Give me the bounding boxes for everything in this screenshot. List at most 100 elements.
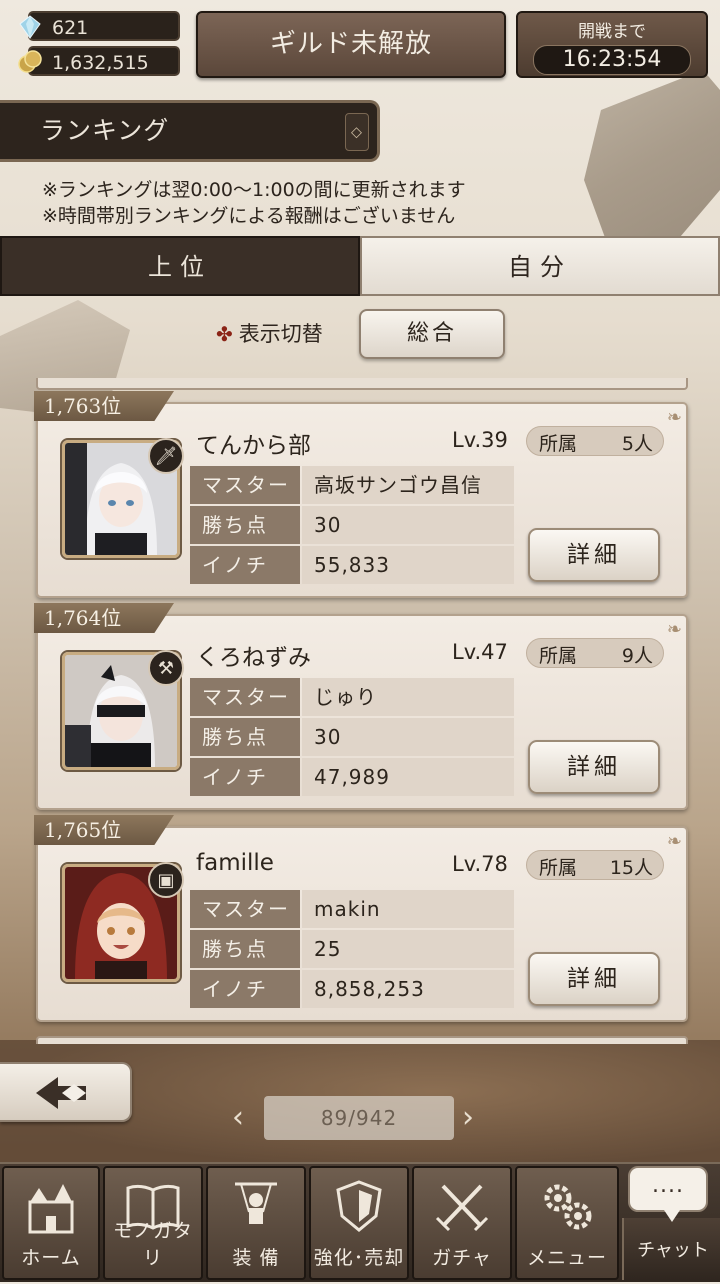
master-label: マスター — [190, 890, 300, 928]
tab-self[interactable]: 自分 — [360, 236, 720, 296]
life-value: 55,833 — [302, 546, 514, 584]
life-row: イノチ 55,833 — [190, 546, 514, 584]
member-count: 9人 — [621, 645, 653, 667]
master-value: 高坂サンゴウ昌信 — [302, 466, 514, 504]
gem-count: 621 — [52, 17, 89, 39]
detail-button[interactable]: 詳細 — [528, 528, 660, 582]
life-row: イノチ 8,858,253 — [190, 970, 514, 1008]
previous-card-edge — [36, 378, 688, 390]
member-count: 15人 — [609, 857, 653, 879]
win-points-label: 勝ち点 — [190, 506, 300, 544]
master-value: makin — [302, 890, 514, 928]
page-next-icon[interactable]: › — [462, 1098, 474, 1138]
win-points-row: 勝ち点 25 — [190, 930, 514, 968]
rank-tag: 1,764位 — [34, 603, 174, 633]
corner-ornament-icon: ❧ — [666, 407, 682, 428]
nav-story[interactable]: モノガタリ — [103, 1166, 203, 1280]
detail-button[interactable]: 詳細 — [528, 952, 660, 1006]
notice-update: ※ランキングは翌0:00〜1:00の間に更新されます — [42, 179, 466, 201]
tab-top-ranks[interactable]: 上位 — [0, 236, 360, 296]
corner-ornament-icon: ❧ — [666, 831, 682, 852]
nav-menu-label: メニュー — [526, 1247, 607, 1269]
nav-equip[interactable]: 装 備 — [206, 1166, 306, 1280]
ranking-list[interactable]: 1,763位 ❧ 🗡 てんから部 Lv.39 所属 5人 マスター 高坂サンゴウ… — [0, 378, 720, 1044]
ranking-header: ランキング ⬦ — [0, 100, 380, 162]
puppet-icon — [235, 1182, 277, 1224]
detail-button[interactable]: 詳細 — [528, 740, 660, 794]
gem-icon — [19, 15, 41, 39]
nav-chat[interactable]: チャット — [622, 1218, 720, 1280]
life-value: 47,989 — [302, 758, 514, 796]
master-value: じゅり — [302, 678, 514, 716]
life-label: イノチ — [190, 970, 300, 1008]
next-card-edge — [36, 1036, 688, 1044]
nav-enhance-label: 強化･売却 — [313, 1247, 405, 1269]
affiliation-badge: 所属 15人 — [526, 850, 664, 880]
ranking-card: 1,763位 ❧ 🗡 てんから部 Lv.39 所属 5人 マスター 高坂サンゴウ… — [34, 391, 688, 598]
nav-home-label: ホーム — [21, 1247, 81, 1269]
nav-home[interactable]: ホーム — [2, 1166, 100, 1280]
life-label: イノチ — [190, 758, 300, 796]
life-label: イノチ — [190, 546, 300, 584]
nav-chat-label: チャット — [637, 1240, 709, 1261]
nav-gacha-label: ガチャ — [432, 1247, 492, 1269]
guild-level: Lv.47 — [452, 640, 508, 664]
back-arrow-icon — [36, 1077, 86, 1109]
nav-enhance[interactable]: 強化･売却 — [309, 1166, 409, 1280]
gears-icon — [544, 1184, 592, 1230]
castle-icon — [28, 1184, 74, 1234]
guild-level: Lv.39 — [452, 428, 508, 452]
page-indicator: 89/942 — [264, 1096, 454, 1140]
rank-tag: 1,763位 — [34, 391, 174, 421]
master-row: マスター じゅり — [190, 678, 514, 716]
ranking-card: 1,764位 ❧ ⚒ くろねずみ Lv.47 所属 9人 マスター じゅり 勝ち… — [34, 603, 688, 810]
gold-counter: 1,632,515 — [18, 46, 180, 76]
ranking-card: 1,765位 ❧ ▣ famille Lv.78 所属 15人 マスター mak… — [34, 815, 688, 1022]
master-label: マスター — [190, 678, 300, 716]
clover-icon: ✤ — [216, 322, 233, 346]
bottom-nav: ホーム モノガタリ 装 備 強化･売却 ガチャ メニュー — [0, 1162, 720, 1282]
display-switch-button[interactable]: 総合 — [359, 309, 505, 359]
rank-tag: 1,765位 — [34, 815, 174, 845]
guild-name: famille — [196, 850, 274, 876]
shield-icon — [336, 1180, 382, 1232]
sort-icon[interactable]: ⬦ — [345, 113, 369, 151]
win-points-value: 30 — [302, 718, 514, 756]
battle-timer: 開戦まで 16:23:54 — [516, 11, 708, 78]
master-label: マスター — [190, 466, 300, 504]
affiliation-label: 所属 — [539, 857, 578, 879]
corner-ornament-icon: ❧ — [666, 619, 682, 640]
nav-equip-label: 装 備 — [232, 1247, 280, 1269]
member-count: 5人 — [621, 433, 653, 455]
life-row: イノチ 47,989 — [190, 758, 514, 796]
guild-button[interactable]: ギルド未解放 — [196, 11, 506, 78]
battle-timer-value: 16:23:54 — [533, 45, 691, 75]
page-prev-icon[interactable]: ‹ — [232, 1098, 244, 1138]
sword-icon: 🗡 — [148, 438, 184, 474]
win-points-value: 25 — [302, 930, 514, 968]
gold-count: 1,632,515 — [52, 52, 149, 74]
battle-timer-label: 開戦まで — [578, 22, 646, 42]
chat-bubble-icon[interactable]: .... — [628, 1166, 708, 1222]
win-points-row: 勝ち点 30 — [190, 506, 514, 544]
display-switch-label: ✤ 表示切替 — [216, 322, 323, 346]
crossed-swords-icon — [435, 1184, 489, 1232]
guild-name: くろねずみ — [196, 645, 311, 671]
nav-menu[interactable]: メニュー — [515, 1166, 619, 1280]
win-points-label: 勝ち点 — [190, 718, 300, 756]
affiliation-label: 所属 — [539, 645, 578, 667]
gem-counter: 621 — [19, 11, 180, 41]
affiliation-badge: 所属 5人 — [526, 426, 664, 456]
master-row: マスター makin — [190, 890, 514, 928]
ranking-title: ランキング — [40, 116, 170, 145]
affiliation-badge: 所属 9人 — [526, 638, 664, 668]
life-value: 8,858,253 — [302, 970, 514, 1008]
affiliation-label: 所属 — [539, 433, 578, 455]
win-points-label: 勝ち点 — [190, 930, 300, 968]
guild-name: てんから部 — [196, 433, 311, 459]
win-points-row: 勝ち点 30 — [190, 718, 514, 756]
master-row: マスター 高坂サンゴウ昌信 — [190, 466, 514, 504]
nav-gacha[interactable]: ガチャ — [412, 1166, 512, 1280]
win-points-value: 30 — [302, 506, 514, 544]
back-button[interactable] — [0, 1062, 132, 1122]
